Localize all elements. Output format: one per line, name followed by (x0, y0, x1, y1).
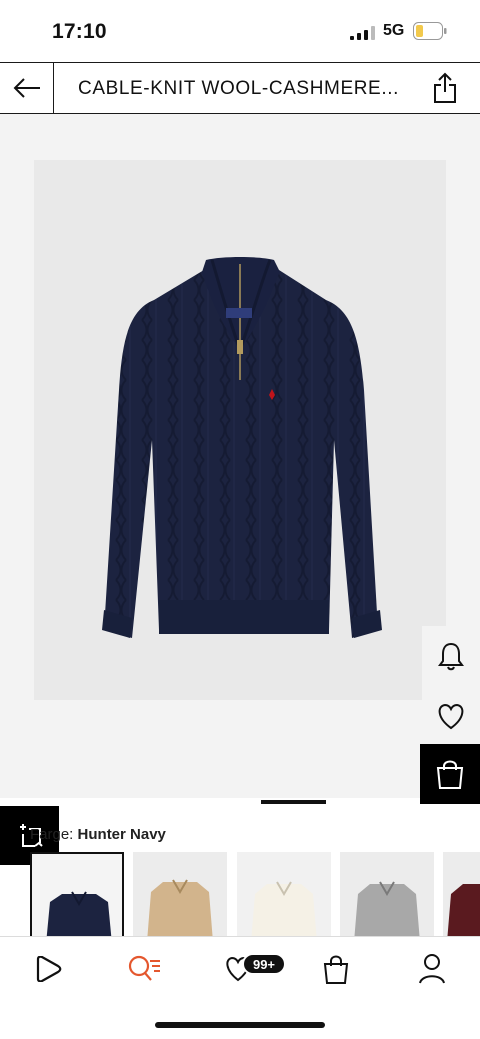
header: CABLE-KNIT WOOL-CASHMERE... (0, 62, 480, 114)
swatch-thumbnail (147, 879, 213, 938)
swatch-thumbnail (251, 881, 317, 938)
nav-account[interactable] (412, 951, 452, 987)
nav-bag[interactable] (316, 951, 356, 987)
home-indicator (155, 1022, 325, 1028)
share-button[interactable] (428, 71, 462, 105)
signal-bars-icon (350, 26, 375, 40)
shopping-bag-icon (436, 760, 464, 789)
product-image[interactable] (34, 160, 446, 700)
page-title: CABLE-KNIT WOOL-CASHMERE... (78, 78, 399, 99)
wishlist-button[interactable] (422, 686, 480, 746)
swatch-thumbnail (354, 881, 420, 938)
product-gallery[interactable] (0, 114, 480, 865)
add-to-bag-button[interactable] (420, 744, 480, 804)
nav-search[interactable] (124, 951, 164, 987)
battery-icon (413, 22, 447, 40)
color-swatches (30, 852, 480, 938)
swatch-camel[interactable] (133, 852, 227, 938)
nav-home[interactable] (28, 951, 68, 987)
share-icon (434, 72, 456, 103)
color-label-prefix: Farge: (30, 826, 78, 843)
swatch-burgundy[interactable] (443, 852, 480, 938)
color-label: Farge: Hunter Navy (30, 826, 166, 843)
bag-icon (323, 955, 349, 984)
swatch-grey[interactable] (340, 852, 434, 938)
notify-button[interactable] (422, 626, 480, 686)
arrow-left-icon (13, 78, 40, 98)
sweater-illustration (102, 257, 382, 638)
bell-icon (438, 642, 464, 671)
image-pager-indicator (261, 800, 326, 804)
side-actions (422, 626, 480, 746)
swatch-thumbnail (46, 891, 112, 938)
network-type: 5G (383, 22, 405, 39)
swatch-thumbnail (447, 884, 480, 938)
wishlist-badge: 99+ (242, 953, 286, 975)
selected-color-name: Hunter Navy (77, 826, 166, 843)
heart-icon (438, 703, 464, 730)
search-icon (128, 955, 160, 981)
home-icon (36, 956, 62, 982)
account-icon (419, 954, 445, 984)
status-time: 17:10 (52, 20, 107, 43)
swatch-hunter-navy[interactable] (30, 852, 124, 938)
back-button[interactable] (0, 63, 54, 113)
swatch-cream[interactable] (237, 852, 331, 938)
status-bar: 17:10 5G (0, 0, 480, 62)
